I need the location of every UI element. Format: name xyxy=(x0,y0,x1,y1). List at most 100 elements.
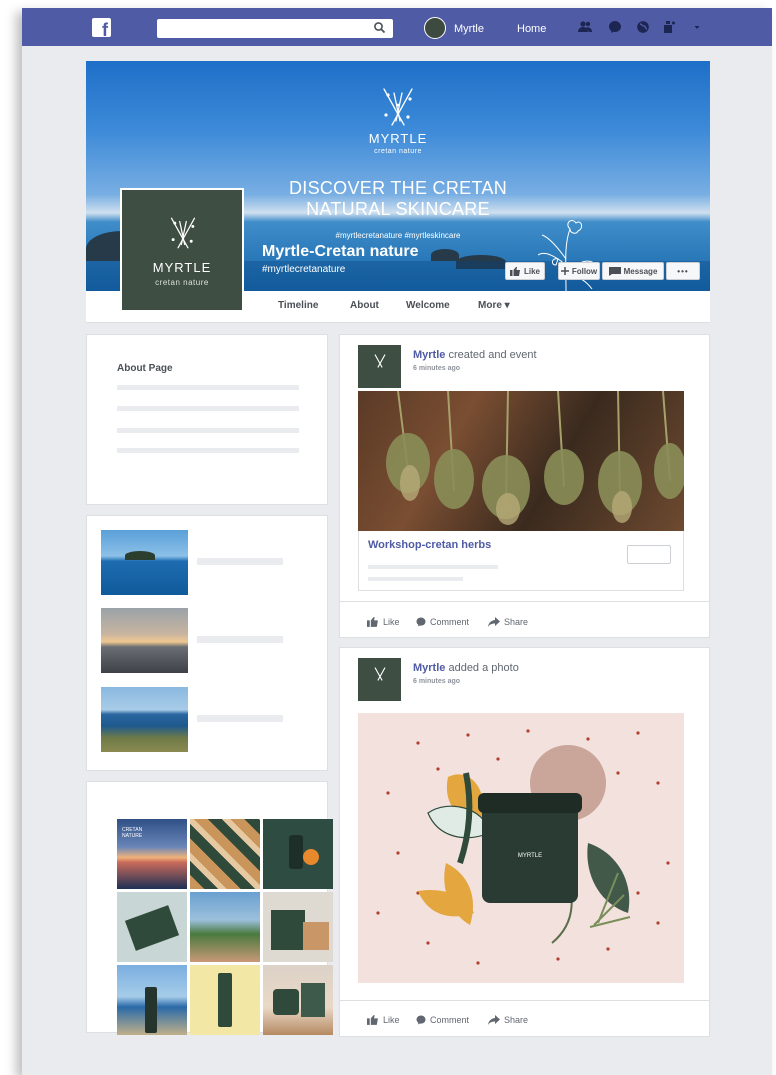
box-shape xyxy=(271,910,305,950)
cover-brand-subtitle: cretan nature xyxy=(374,148,422,155)
photos-list-card xyxy=(86,515,328,771)
like-button[interactable]: Like xyxy=(367,1015,400,1025)
text-placeholder xyxy=(197,558,283,565)
box-shape xyxy=(301,983,325,1017)
page-name[interactable]: Myrtle-Cretan nature xyxy=(262,243,418,261)
share-button[interactable]: Share xyxy=(488,617,528,627)
photo-thumbnail-island[interactable] xyxy=(101,530,188,595)
cover-headline-line2: NATURAL SKINCARE xyxy=(306,199,490,219)
post-timestamp[interactable]: 6 minutes ago xyxy=(413,678,460,685)
bottle-shape xyxy=(289,835,303,869)
like-label: Like xyxy=(383,617,400,627)
share-arrow-icon xyxy=(488,617,500,627)
tab-more[interactable]: More ▾ xyxy=(478,300,510,311)
cover-brand-name: MYRTLE xyxy=(368,131,428,146)
help-icon[interactable] xyxy=(662,20,676,34)
grid-photo-gift-box[interactable] xyxy=(117,892,187,962)
user-avatar[interactable] xyxy=(424,17,446,39)
about-card: About Page xyxy=(86,334,328,505)
event-cover-image[interactable] xyxy=(358,391,684,531)
more-options-button[interactable]: ••• xyxy=(666,262,700,280)
message-icon xyxy=(608,266,621,276)
grid-photo-product-teal[interactable] xyxy=(263,819,333,889)
share-label: Share xyxy=(504,617,529,627)
post-author-avatar[interactable] xyxy=(358,345,401,388)
event-details-box: Workshop-cretan herbs xyxy=(358,531,684,591)
box-shape xyxy=(303,922,329,950)
text-placeholder xyxy=(197,715,283,722)
product-photo[interactable]: MYRTLE xyxy=(358,713,684,983)
text-placeholder xyxy=(117,428,299,433)
jar-shape xyxy=(273,989,299,1015)
post-timestamp[interactable]: 6 minutes ago xyxy=(413,365,460,372)
box-shape xyxy=(124,905,180,951)
dropdown-icon[interactable] xyxy=(690,20,704,34)
search-icon[interactable] xyxy=(373,21,387,35)
tab-welcome[interactable]: Welcome xyxy=(406,300,450,311)
photo-thumbnail-sunset[interactable] xyxy=(101,608,188,673)
facebook-page-mockup: f Myrtle Home MYRTLE cretan nature DISCO… xyxy=(22,8,772,1075)
follow-label: Follow xyxy=(571,266,598,276)
message-button[interactable]: Message xyxy=(602,262,664,280)
post-author-link[interactable]: Myrtle xyxy=(413,349,445,361)
like-page-button[interactable]: Like xyxy=(505,262,545,280)
photo-grid-card: CRETAN NATURE xyxy=(86,781,333,1035)
plus-icon xyxy=(560,267,569,275)
search-input[interactable] xyxy=(157,19,393,38)
myrtle-logo-icon xyxy=(374,667,386,681)
like-page-label: Like xyxy=(523,266,540,276)
grid-photo-palm[interactable] xyxy=(190,892,260,962)
more-options-label: ••• xyxy=(677,266,689,276)
share-arrow-icon xyxy=(488,1015,500,1025)
grid-photo-jar[interactable] xyxy=(263,965,333,1035)
comment-label: Comment xyxy=(430,1015,470,1025)
comment-icon xyxy=(416,1015,426,1025)
messenger-icon[interactable] xyxy=(608,20,622,34)
message-label: Message xyxy=(623,266,658,276)
globe-icon[interactable] xyxy=(636,20,650,34)
comment-button[interactable]: Comment xyxy=(416,617,469,627)
myrtle-logo-icon xyxy=(170,217,196,249)
myrtle-logo-icon xyxy=(383,88,413,126)
facebook-logo[interactable]: f xyxy=(92,18,111,39)
cover-island-small xyxy=(431,249,459,261)
grid-photo-tube-yellow[interactable] xyxy=(190,965,260,1035)
text-placeholder xyxy=(117,448,299,453)
user-name-link[interactable]: Myrtle xyxy=(454,23,484,35)
share-button[interactable]: Share xyxy=(488,1015,528,1025)
thumbs-up-icon xyxy=(367,1015,378,1025)
follow-button[interactable]: Follow xyxy=(558,262,600,280)
share-label: Share xyxy=(504,1015,529,1025)
home-link[interactable]: Home xyxy=(517,23,546,35)
grid-photo-packaging[interactable] xyxy=(263,892,333,962)
profile-brand-name: MYRTLE xyxy=(152,260,212,275)
botanical-product-illustration: MYRTLE xyxy=(376,729,670,965)
page-handle: #myrtlecretanature xyxy=(262,264,346,275)
cover-headline-line1: DISCOVER THE CRETAN xyxy=(288,178,508,198)
comment-button[interactable]: Comment xyxy=(416,1015,469,1025)
top-navigation-bar: f Myrtle Home xyxy=(22,8,772,46)
photo-thumbnail-coast[interactable] xyxy=(101,687,188,752)
myrtle-logo-icon xyxy=(374,354,386,368)
divider xyxy=(340,1000,709,1001)
comment-icon xyxy=(416,617,426,627)
event-interested-button[interactable] xyxy=(627,545,671,564)
comment-label: Comment xyxy=(430,617,470,627)
orange-shape xyxy=(303,849,319,865)
tube-shape xyxy=(218,973,232,1027)
thumbs-up-icon xyxy=(367,617,378,627)
grid-photo-cretan-nature[interactable]: CRETAN NATURE xyxy=(117,819,187,889)
tab-timeline[interactable]: Timeline xyxy=(278,300,318,311)
grid-photo-boxes[interactable] xyxy=(190,819,260,889)
friends-icon[interactable] xyxy=(578,20,592,34)
post-author-link[interactable]: Myrtle xyxy=(413,662,445,674)
profile-picture[interactable]: MYRTLE cretan nature xyxy=(120,188,244,312)
like-button[interactable]: Like xyxy=(367,617,400,627)
about-card-title[interactable]: About Page xyxy=(117,363,173,374)
event-title[interactable]: Workshop-cretan herbs xyxy=(368,539,491,551)
cover-hashtags: #myrtlecretanature #myrtleskincare xyxy=(335,231,461,240)
tab-about[interactable]: About xyxy=(350,300,379,311)
grid-photo-beach-product[interactable] xyxy=(117,965,187,1035)
profile-brand-subtitle: cretan nature xyxy=(155,278,209,287)
post-author-avatar[interactable] xyxy=(358,658,401,701)
